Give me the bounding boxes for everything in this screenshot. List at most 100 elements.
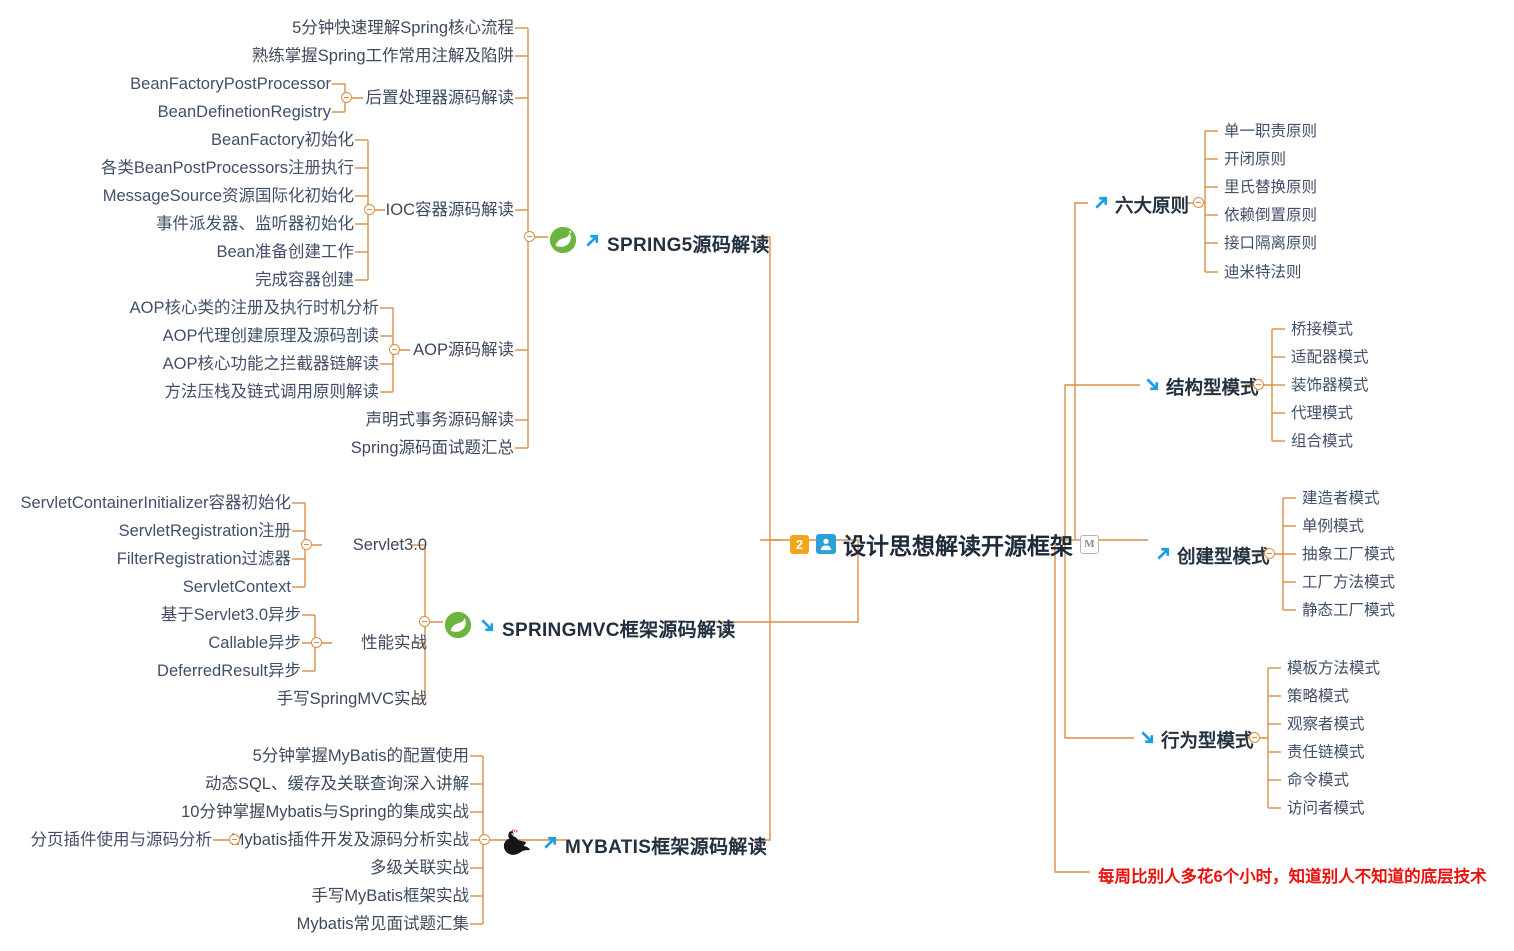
- branch-mybatis[interactable]: MYBATIS框架源码解读: [500, 828, 767, 862]
- mindmap-canvas: 2 设计思想解读开源框架 M 每周比别人多花6个小时，知道别人不知道的底层技术 …: [0, 0, 1514, 951]
- leaf-item[interactable]: 建造者模式: [1302, 490, 1380, 507]
- toggle-aop[interactable]: [389, 344, 400, 355]
- leaf-item[interactable]: 代理模式: [1291, 405, 1353, 422]
- leaf-item[interactable]: BeanDefinetionRegistry: [158, 103, 331, 121]
- category-creational-label: 创建型模式: [1177, 546, 1270, 567]
- promo-text: 每周比别人多花6个小时，知道别人不知道的底层技术: [1098, 868, 1487, 886]
- leaf-item[interactable]: 依赖倒置原则: [1224, 207, 1317, 224]
- spring-leaf-icon: [443, 610, 473, 646]
- arrow-down-right-icon: [1139, 729, 1156, 751]
- node-mybatis-dynamicsql[interactable]: 动态SQL、缓存及关联查询深入讲解: [205, 775, 469, 793]
- leaf-item[interactable]: 观察者模式: [1287, 716, 1365, 733]
- node-mybatis-spring[interactable]: 10分钟掌握Mybatis与Spring的集成实战: [181, 803, 469, 821]
- node-servlet30[interactable]: Servlet3.0: [353, 536, 427, 554]
- node-spring-tx[interactable]: 声明式事务源码解读: [366, 411, 515, 429]
- leaf-item[interactable]: 单例模式: [1302, 518, 1364, 535]
- node-spring-postprocessor[interactable]: 后置处理器源码解读: [366, 89, 515, 107]
- leaf-item[interactable]: 访问者模式: [1287, 800, 1365, 817]
- leaf-item[interactable]: 方法压栈及链式调用原则解读: [165, 383, 380, 401]
- branch-spring5[interactable]: SPRING5源码解读: [548, 225, 770, 261]
- toggle-springmvc[interactable]: [419, 616, 430, 627]
- arrow-up-right-icon: [1093, 194, 1110, 216]
- category-six-principles-label: 六大原则: [1115, 195, 1190, 216]
- toggle-postprocessor[interactable]: [341, 92, 352, 103]
- leaf-item[interactable]: 接口隔离原则: [1224, 235, 1317, 252]
- arrow-down-right-icon: [479, 617, 496, 640]
- center-node[interactable]: 2 设计思想解读开源框架 M: [790, 527, 1099, 561]
- center-badge-mark: M: [1080, 534, 1099, 554]
- category-structural[interactable]: 结构型模式: [1144, 374, 1259, 400]
- toggle-structural[interactable]: [1253, 379, 1264, 390]
- node-performance[interactable]: 性能实战: [361, 634, 427, 652]
- leaf-item[interactable]: 模板方法模式: [1287, 660, 1380, 677]
- leaf-item[interactable]: 抽象工厂模式: [1302, 546, 1395, 563]
- leaf-item[interactable]: 基于Servlet3.0异步: [161, 606, 301, 624]
- node-spring-ioc[interactable]: IOC容器源码解读: [386, 201, 514, 219]
- node-spring-interview[interactable]: Spring源码面试题汇总: [351, 439, 514, 457]
- leaf-item[interactable]: ServletContext: [183, 578, 291, 596]
- leaf-item[interactable]: 组合模式: [1291, 433, 1353, 450]
- leaf-item[interactable]: MessageSource资源国际化初始化: [103, 187, 354, 205]
- leaf-item[interactable]: 责任链模式: [1287, 744, 1365, 761]
- spring-leaf-icon: [548, 225, 578, 261]
- leaf-item[interactable]: DeferredResult异步: [157, 662, 301, 680]
- leaf-item[interactable]: ServletRegistration注册: [119, 522, 291, 540]
- leaf-item[interactable]: 完成容器创建: [255, 271, 354, 289]
- node-mybatis-handwrite[interactable]: 手写MyBatis框架实战: [311, 887, 469, 905]
- leaf-item[interactable]: 分页插件使用与源码分析: [31, 831, 213, 849]
- leaf-item[interactable]: Bean准备创建工作: [216, 243, 354, 261]
- category-structural-label: 结构型模式: [1166, 377, 1259, 398]
- leaf-item[interactable]: 命令模式: [1287, 772, 1349, 789]
- leaf-item[interactable]: 迪米特法则: [1224, 264, 1302, 281]
- node-spring-annotations[interactable]: 熟练掌握Spring工作常用注解及陷阱: [252, 47, 514, 65]
- toggle-performance[interactable]: [311, 637, 322, 648]
- arrow-up-right-icon: [584, 232, 601, 255]
- node-spring-quick[interactable]: 5分钟快速理解Spring核心流程: [292, 19, 514, 37]
- leaf-item[interactable]: 工厂方法模式: [1302, 574, 1395, 591]
- leaf-item[interactable]: BeanFactoryPostProcessor: [130, 75, 331, 93]
- leaf-item[interactable]: ServletContainerInitializer容器初始化: [20, 494, 291, 512]
- center-title: 设计思想解读开源框架: [843, 533, 1073, 559]
- node-spring-aop[interactable]: AOP源码解读: [413, 341, 514, 359]
- node-handwrite-springmvc[interactable]: 手写SpringMVC实战: [277, 690, 427, 708]
- leaf-item[interactable]: 里氏替换原则: [1224, 179, 1317, 196]
- leaf-item[interactable]: 策略模式: [1287, 688, 1349, 705]
- toggle-six-principles[interactable]: [1193, 197, 1204, 208]
- node-mybatis-multilevel[interactable]: 多级关联实战: [370, 859, 469, 877]
- leaf-item[interactable]: Callable异步: [208, 634, 301, 652]
- leaf-item[interactable]: AOP代理创建原理及源码剖读: [163, 327, 379, 345]
- branch-springmvc-label: SPRINGMVC框架源码解读: [502, 619, 736, 641]
- category-behavioral[interactable]: 行为型模式: [1139, 727, 1254, 753]
- toggle-spring5[interactable]: [524, 231, 535, 242]
- center-badge-number: 2: [790, 534, 809, 554]
- leaf-item[interactable]: 桥接模式: [1291, 321, 1353, 338]
- leaf-item[interactable]: 装饰器模式: [1291, 377, 1369, 394]
- toggle-servlet30[interactable]: [301, 539, 312, 550]
- leaf-item[interactable]: AOP核心类的注册及执行时机分析: [130, 299, 379, 317]
- toggle-mybatis[interactable]: [479, 834, 490, 845]
- category-creational[interactable]: 创建型模式: [1155, 543, 1270, 569]
- leaf-item[interactable]: 开闭原则: [1224, 151, 1286, 168]
- leaf-item[interactable]: 事件派发器、监听器初始化: [156, 215, 354, 233]
- toggle-behavioral[interactable]: [1249, 732, 1260, 743]
- node-mybatis-plugin[interactable]: Mybatis插件开发及源码分析实战: [231, 831, 469, 849]
- leaf-item[interactable]: 静态工厂模式: [1302, 602, 1395, 619]
- arrow-down-right-icon: [1144, 376, 1161, 398]
- branch-mybatis-label: MYBATIS框架源码解读: [565, 836, 767, 858]
- leaf-item[interactable]: AOP核心功能之拦截器链解读: [163, 355, 379, 373]
- leaf-item[interactable]: 各类BeanPostProcessors注册执行: [101, 159, 354, 177]
- branch-springmvc[interactable]: SPRINGMVC框架源码解读: [443, 610, 736, 646]
- node-mybatis-interview[interactable]: Mybatis常见面试题汇集: [297, 915, 469, 933]
- leaf-item[interactable]: 单一职责原则: [1224, 123, 1317, 140]
- branch-spring5-label: SPRING5源码解读: [607, 234, 770, 256]
- toggle-mybatis-plugin[interactable]: [229, 834, 240, 845]
- toggle-ioc[interactable]: [364, 204, 375, 215]
- node-mybatis-config[interactable]: 5分钟掌握MyBatis的配置使用: [253, 747, 469, 765]
- leaf-item[interactable]: FilterRegistration过滤器: [117, 550, 291, 568]
- category-behavioral-label: 行为型模式: [1161, 730, 1254, 751]
- category-six-principles[interactable]: 六大原则: [1093, 192, 1189, 218]
- leaf-item[interactable]: BeanFactory初始化: [211, 131, 354, 149]
- toggle-creational[interactable]: [1264, 548, 1275, 559]
- leaf-item[interactable]: 适配器模式: [1291, 349, 1369, 366]
- arrow-up-right-icon: [1155, 545, 1172, 567]
